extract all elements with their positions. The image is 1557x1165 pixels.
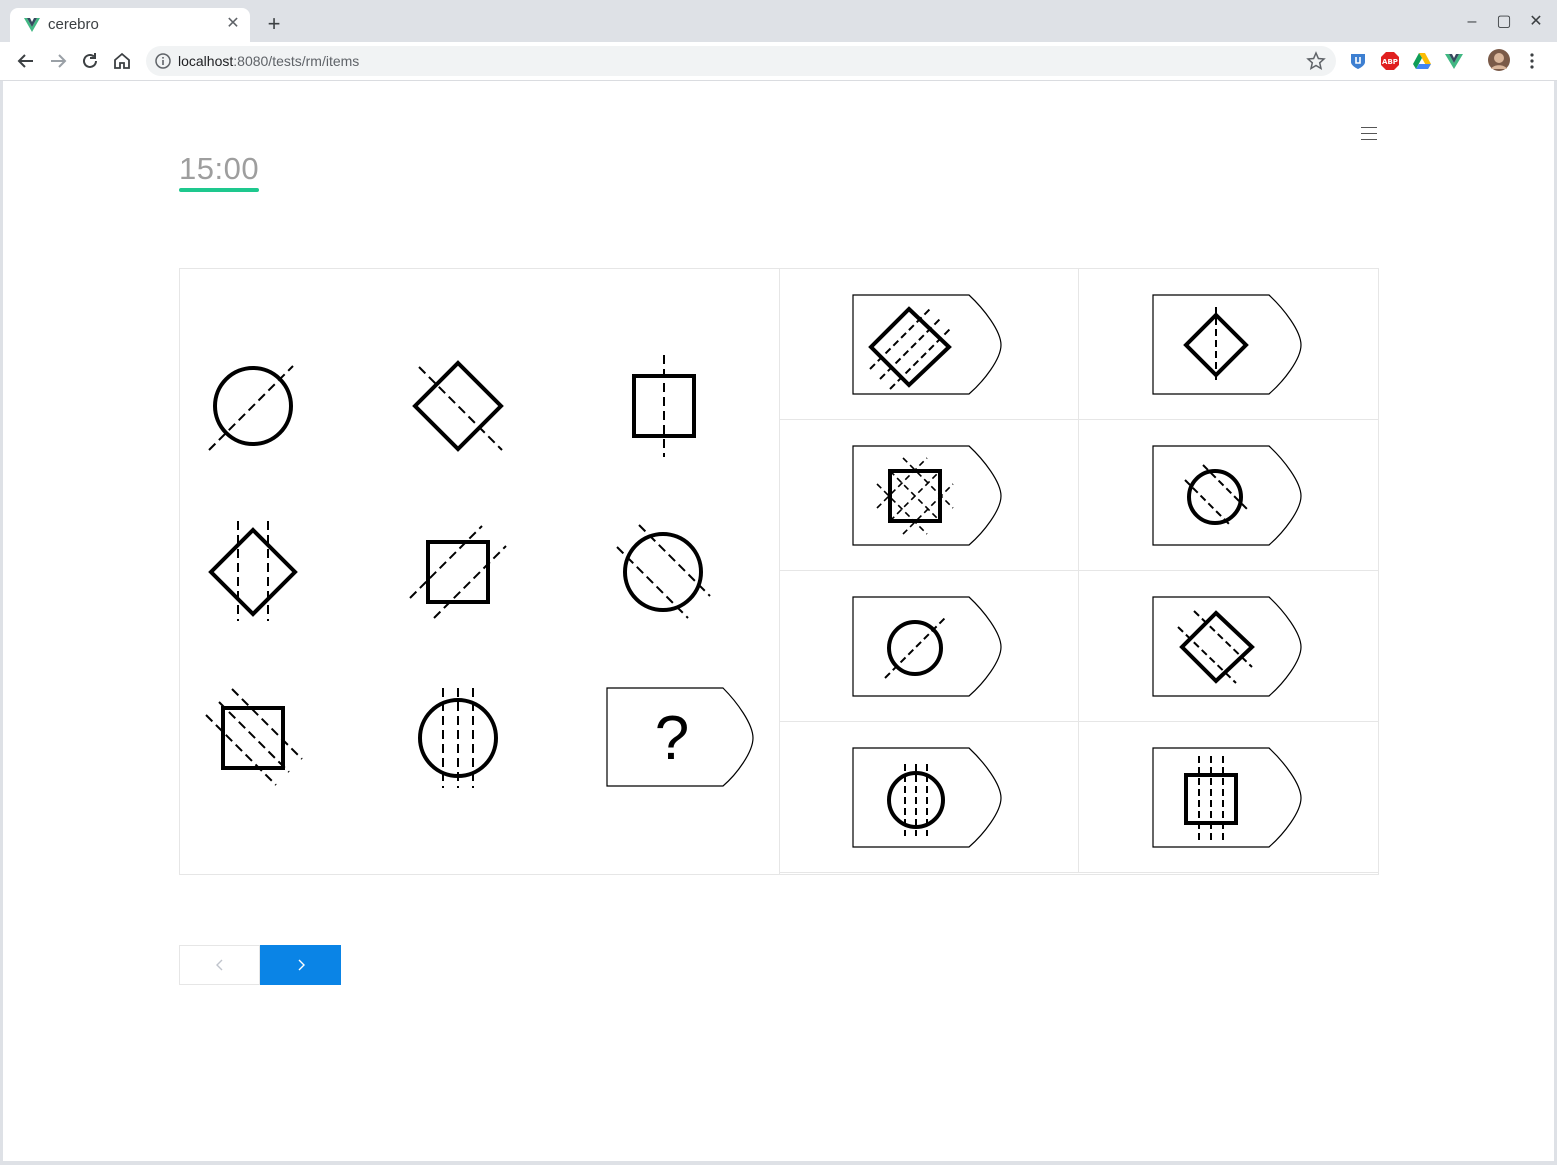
question-matrix: ?	[180, 269, 780, 874]
forward-icon[interactable]	[45, 48, 71, 74]
browser-toolbar: localhost:8080/tests/rm/items ABP	[0, 42, 1557, 81]
missing-cell-placeholder: ?	[606, 687, 754, 787]
matrix-cell-circle-two-diagonal-lines	[616, 524, 711, 619]
svg-text:ABP: ABP	[1382, 58, 1398, 66]
timer: 15:00	[179, 151, 260, 186]
tab-title: cerebro	[48, 16, 99, 33]
browser-tab-strip: cerebro ✕ + – ▢ ✕	[0, 0, 1557, 42]
answer-option-3[interactable]	[779, 420, 1079, 571]
maximize-icon[interactable]: ▢	[1492, 10, 1516, 34]
vue-extension-icon[interactable]	[1444, 51, 1464, 71]
bookmark-star-icon[interactable]	[1306, 51, 1326, 71]
reload-icon[interactable]	[77, 48, 103, 74]
next-button[interactable]	[260, 945, 341, 985]
minimize-icon[interactable]: –	[1460, 10, 1484, 34]
site-info-icon[interactable]	[154, 52, 172, 70]
test-board: ?	[179, 268, 1379, 875]
hamburger-menu-icon[interactable]	[1361, 127, 1377, 141]
question-mark: ?	[655, 704, 689, 773]
answer-option-2[interactable]	[1079, 269, 1379, 420]
chevron-left-icon	[215, 959, 222, 971]
answer-option-4[interactable]	[1079, 420, 1379, 571]
home-icon[interactable]	[109, 48, 135, 74]
prev-button[interactable]	[179, 945, 260, 985]
answer-option-5[interactable]	[779, 571, 1079, 722]
kebab-menu-icon[interactable]	[1522, 51, 1542, 71]
url-text: localhost:8080/tests/rm/items	[178, 53, 360, 69]
answer-option-1[interactable]	[779, 269, 1079, 420]
matrix-cell-diamond-two-vertical-lines	[208, 521, 298, 621]
abp-extension-icon[interactable]: ABP	[1380, 51, 1400, 71]
matrix-cell-diamond-one-diagonal-line	[412, 360, 504, 452]
drive-extension-icon[interactable]	[1412, 51, 1432, 71]
answer-option-6[interactable]	[1079, 571, 1379, 722]
chevron-right-icon	[298, 959, 305, 971]
vue-favicon-icon	[24, 18, 40, 32]
close-window-icon[interactable]: ✕	[1524, 10, 1548, 34]
matrix-cell-circle-one-diagonal-line	[208, 365, 294, 451]
timer-progress-bar	[179, 188, 259, 192]
matrix-cell-circle-three-vertical-lines	[418, 688, 498, 788]
new-tab-icon[interactable]: +	[262, 12, 286, 36]
answer-option-8[interactable]	[1079, 722, 1379, 873]
back-icon[interactable]	[13, 48, 39, 74]
matrix-cell-square-two-diagonal-lines	[409, 525, 507, 619]
tab-close-icon[interactable]: ✕	[224, 15, 242, 33]
browser-tab[interactable]: cerebro ✕	[10, 8, 250, 42]
address-bar[interactable]: localhost:8080/tests/rm/items	[146, 46, 1336, 76]
matrix-cell-square-three-diagonal-lines	[205, 688, 303, 786]
matrix-cell-square-one-vertical-line	[632, 355, 696, 457]
page-content: 15:00 ?	[3, 81, 1554, 1161]
answer-option-7[interactable]	[779, 722, 1079, 873]
shield-extension-icon[interactable]	[1348, 51, 1368, 71]
profile-avatar[interactable]	[1488, 49, 1510, 71]
